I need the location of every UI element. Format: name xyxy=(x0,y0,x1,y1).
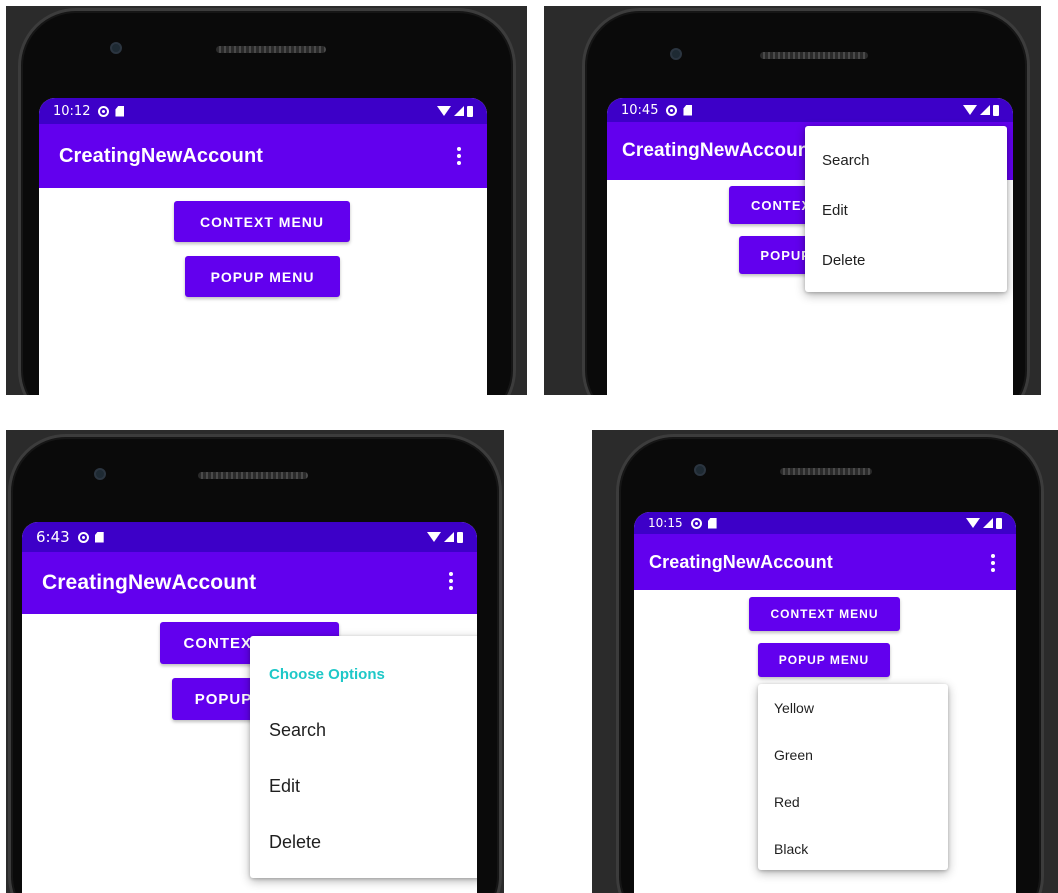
battery-icon xyxy=(993,104,999,116)
phone-screen: 6:43 CreatingNewAccount CONTEXT MENU POP… xyxy=(22,522,477,893)
app-title: CreatingNewAccount xyxy=(649,551,833,572)
overflow-menu-icon[interactable] xyxy=(457,147,461,165)
options-menu-item-search[interactable]: Search xyxy=(805,152,1007,169)
overflow-menu-icon[interactable] xyxy=(991,554,995,572)
battery-icon xyxy=(467,105,473,117)
app-bar: CreatingNewAccount xyxy=(634,534,1016,590)
battery-icon xyxy=(996,517,1002,529)
cell-signal-icon xyxy=(444,532,454,542)
overflow-menu-icon[interactable] xyxy=(449,572,453,590)
app-title: CreatingNewAccount xyxy=(622,140,816,161)
status-time: 10:15 xyxy=(648,516,683,530)
cell-signal-icon xyxy=(454,106,464,116)
status-icons xyxy=(427,531,463,543)
screenshot-panel-popup-menu: 10:15 CreatingNewAccount CONTEXT MENU PO… xyxy=(592,430,1058,893)
wifi-icon xyxy=(966,518,980,528)
context-menu-item-delete[interactable]: Delete xyxy=(250,832,477,853)
sd-card-icon xyxy=(115,105,125,117)
earpiece-speaker xyxy=(198,472,308,479)
app-bar: CreatingNewAccount xyxy=(22,552,477,614)
status-time: 6:43 xyxy=(36,528,70,546)
app-title: CreatingNewAccount xyxy=(42,571,257,594)
context-menu-item-edit[interactable]: Edit xyxy=(250,776,477,797)
settings-gear-icon xyxy=(98,105,110,117)
popup-menu-item-black[interactable]: Black xyxy=(758,841,948,857)
context-menu: Choose Options Search Edit Delete xyxy=(250,636,477,878)
status-bar: 10:45 xyxy=(607,98,1013,122)
phone-screen: 10:15 CreatingNewAccount CONTEXT MENU PO… xyxy=(634,512,1016,893)
status-bar: 6:43 xyxy=(22,522,477,552)
status-time: 10:45 xyxy=(621,102,659,118)
status-icons xyxy=(966,517,1002,529)
status-bar: 10:15 xyxy=(634,512,1016,534)
status-bar: 10:12 xyxy=(39,98,487,124)
context-menu-header: Choose Options xyxy=(269,666,385,683)
sd-card-icon xyxy=(683,104,693,116)
context-menu-button[interactable]: CONTEXT MENU xyxy=(749,597,900,631)
popup-menu-item-yellow[interactable]: Yellow xyxy=(758,700,948,716)
context-menu-button[interactable]: CONTEXT MENU xyxy=(174,201,350,242)
screenshot-panel-default: 10:12 CreatingNewAccount CONTEXT MENU PO… xyxy=(6,6,527,395)
screenshot-panel-options-menu: 10:45 CreatingNewAccount CONTEXT MENU PO… xyxy=(544,6,1041,395)
popup-menu-item-green[interactable]: Green xyxy=(758,747,948,763)
context-menu-item-search[interactable]: Search xyxy=(250,720,477,741)
popup-menu-button[interactable]: POPUP MENU xyxy=(758,643,890,677)
settings-gear-icon xyxy=(690,517,702,529)
earpiece-speaker xyxy=(216,46,326,53)
screenshot-panel-context-menu: 6:43 CreatingNewAccount CONTEXT MENU POP… xyxy=(6,430,504,893)
earpiece-speaker xyxy=(780,468,872,475)
settings-gear-icon xyxy=(77,531,89,543)
wifi-icon xyxy=(437,106,451,116)
earpiece-speaker xyxy=(760,52,868,59)
status-time: 10:12 xyxy=(53,103,91,119)
front-camera xyxy=(110,42,122,54)
wifi-icon xyxy=(427,532,441,542)
wifi-icon xyxy=(963,105,977,115)
phone-screen: 10:12 CreatingNewAccount CONTEXT MENU PO… xyxy=(39,98,487,395)
sd-card-icon xyxy=(94,531,104,543)
status-icons xyxy=(437,105,473,117)
front-camera xyxy=(694,464,706,476)
options-menu: Search Edit Delete xyxy=(805,126,1007,292)
popup-menu: Yellow Green Red Black xyxy=(758,684,948,870)
popup-menu-item-red[interactable]: Red xyxy=(758,794,948,810)
options-menu-item-delete[interactable]: Delete xyxy=(805,252,1007,269)
cell-signal-icon xyxy=(980,105,990,115)
settings-gear-icon xyxy=(666,104,678,116)
popup-menu-button[interactable]: POPUP MENU xyxy=(185,256,340,297)
cell-signal-icon xyxy=(983,518,993,528)
options-menu-item-edit[interactable]: Edit xyxy=(805,202,1007,219)
sd-card-icon xyxy=(707,517,717,529)
app-bar: CreatingNewAccount xyxy=(39,124,487,188)
front-camera xyxy=(94,468,106,480)
battery-icon xyxy=(457,531,463,543)
phone-screen: 10:45 CreatingNewAccount CONTEXT MENU PO… xyxy=(607,98,1013,395)
status-icons xyxy=(963,104,999,116)
front-camera xyxy=(670,48,682,60)
app-title: CreatingNewAccount xyxy=(59,144,264,167)
